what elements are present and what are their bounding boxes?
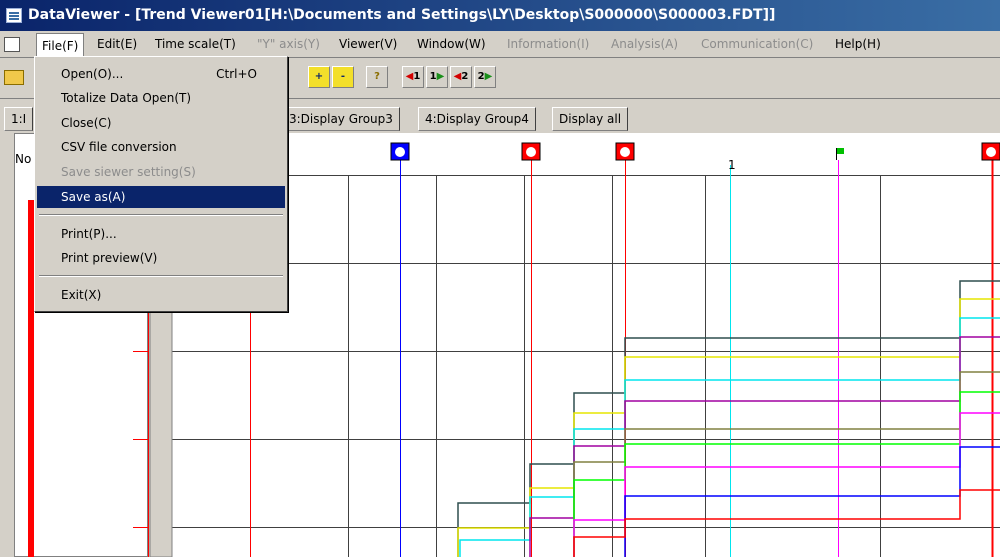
menu-item-print[interactable]: Print(P)... xyxy=(37,223,285,245)
menu-item-csv-conversion[interactable]: CSV file conversion xyxy=(37,136,285,158)
cursor-number-label: 1 xyxy=(728,158,736,172)
shortcut-label: Ctrl+O xyxy=(216,67,257,81)
menu-separator xyxy=(39,214,283,216)
menu-separator xyxy=(39,275,283,277)
event-marker xyxy=(521,142,541,161)
plot-area xyxy=(172,175,1000,557)
menu-item-totalize-open[interactable]: Totalize Data Open(T) xyxy=(37,87,285,109)
menu-item-save-viewer-setting[interactable]: Save siewer setting(S) xyxy=(37,161,285,183)
menu-item-close[interactable]: Close(C) xyxy=(37,112,285,134)
event-marker xyxy=(615,142,635,161)
event-marker xyxy=(390,142,410,161)
menu-item-open[interactable]: Open(O)... Ctrl+O xyxy=(37,63,285,85)
menu-item-print-preview[interactable]: Print preview(V) xyxy=(37,247,285,269)
file-menu-dropdown: Open(O)... Ctrl+O Totalize Data Open(T) … xyxy=(34,56,288,312)
marker-strip xyxy=(172,133,1000,175)
menu-item-exit[interactable]: Exit(X) xyxy=(37,284,285,306)
menu-item-save-as[interactable]: Save as(A) xyxy=(37,186,285,208)
event-marker xyxy=(981,142,1000,161)
